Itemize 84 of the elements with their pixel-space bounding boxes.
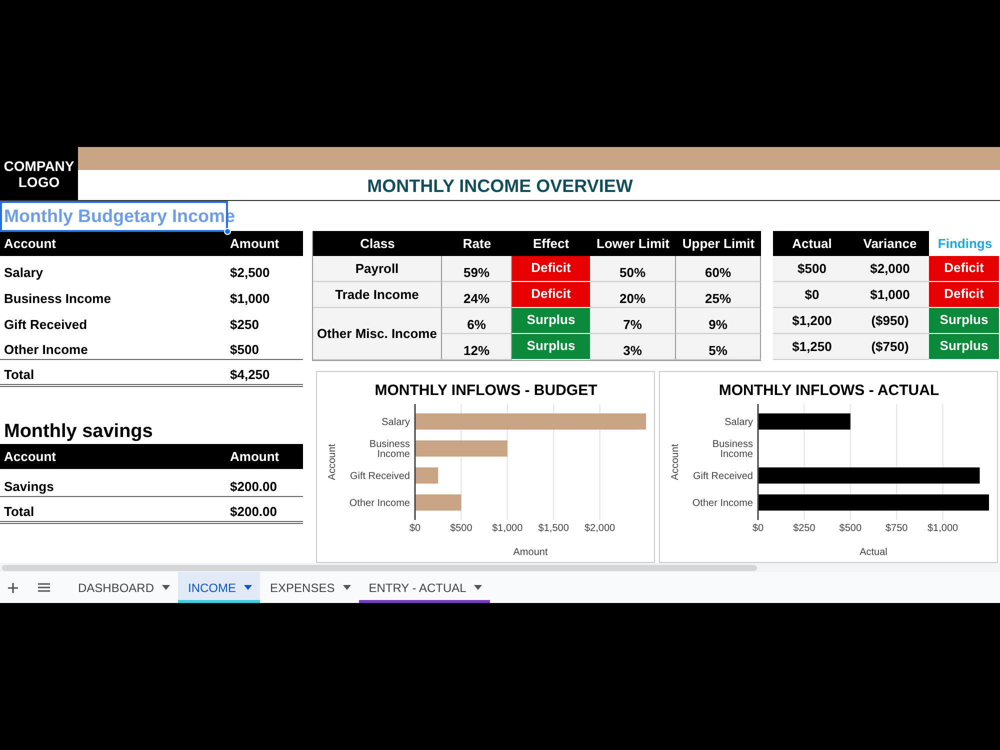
- table-cell: 6%: [442, 308, 512, 334]
- axis-tick-label: $1,500: [538, 523, 569, 534]
- column-header: Variance: [851, 231, 929, 256]
- table-cell: $0: [773, 282, 851, 308]
- axis-title: Actual: [860, 547, 888, 558]
- column-header: Actual: [773, 231, 851, 256]
- chart-title: MONTHLY INFLOWS - ACTUAL: [718, 382, 940, 399]
- category-label: Salary: [382, 417, 410, 428]
- axis-tick-label: $250: [793, 523, 816, 534]
- table-cell: ($950): [851, 308, 929, 334]
- table-cell: 50%: [590, 256, 676, 282]
- table-cell: 60%: [676, 256, 761, 282]
- section-heading: Monthly savings: [3, 420, 153, 444]
- category-label: Business Income: [712, 439, 753, 460]
- table-cell: ($750): [851, 334, 929, 360]
- table-cell-text: Business Income: [3, 290, 112, 308]
- table-cell-text: $1,000: [229, 290, 271, 308]
- axis-tick-label: $500: [450, 523, 472, 534]
- table-cell-text: $2,500: [229, 264, 271, 282]
- column-header: Account: [0, 231, 226, 256]
- status-cell: Surplus: [929, 308, 999, 334]
- table-cell: 20%: [590, 282, 676, 308]
- table-cell: 25%: [676, 282, 761, 308]
- table-cell: Total: [0, 497, 226, 524]
- axis-tick-label: $0: [752, 523, 764, 534]
- status-cell: Surplus: [929, 334, 999, 360]
- table-cell: Savings: [0, 469, 226, 497]
- table-cell-text: $250: [229, 316, 260, 334]
- table-cell: $1,200: [773, 308, 851, 334]
- category-label: Gift Received: [692, 471, 753, 482]
- page-title: MONTHLY INCOME OVERVIEW: [367, 176, 633, 197]
- table-cell: Other Income: [0, 334, 226, 360]
- axis-tick-label: $500: [839, 523, 862, 534]
- column-header: Rate: [442, 231, 512, 256]
- company-logo: COMPANY LOGO: [0, 147, 78, 200]
- category-label: Other Income: [349, 498, 410, 509]
- column-header: Class: [313, 231, 442, 256]
- table-cell: $1,000: [851, 282, 929, 308]
- table-cell: 24%: [442, 282, 512, 308]
- status-cell: Deficit: [512, 256, 590, 282]
- category-label: Business Income: [369, 439, 410, 460]
- table-cell: 9%: [676, 308, 761, 334]
- table-cell: $200.00: [226, 469, 303, 497]
- column-header: Lower Limit: [590, 231, 676, 256]
- column-header: Amount: [226, 444, 303, 469]
- column-header: Amount: [226, 231, 303, 256]
- axis-tick-label: $2,000: [584, 523, 616, 534]
- table-cell: 5%: [676, 334, 761, 360]
- axis-tick-label: $1,000: [928, 523, 958, 534]
- table-cell: Other Misc. Income: [313, 308, 442, 360]
- category-label: Other Income: [692, 498, 753, 509]
- category-label: Gift Received: [350, 471, 410, 482]
- axis-tick-label: $750: [885, 523, 908, 534]
- status-cell: Deficit: [512, 282, 590, 308]
- category-label: Salary: [724, 417, 753, 428]
- status-cell: Deficit: [929, 256, 999, 282]
- table-cell: $500: [773, 256, 851, 282]
- table-cell: $1,250: [773, 334, 851, 360]
- column-header: Account: [0, 444, 226, 469]
- axis-title: Amount: [513, 547, 548, 558]
- table-cell: 7%: [590, 308, 676, 334]
- column-header: Findings: [936, 235, 994, 253]
- table-cell: 3%: [590, 334, 676, 360]
- table-cell: Payroll: [313, 256, 442, 282]
- table-cell: Total: [0, 360, 226, 387]
- table-cell: $2,000: [851, 256, 929, 282]
- axis-tick-label: $0: [409, 523, 421, 534]
- status-cell: Deficit: [929, 282, 999, 308]
- column-header: Upper Limit: [676, 231, 761, 256]
- status-cell: Surplus: [512, 308, 590, 334]
- table-cell-text: Gift Received: [3, 316, 88, 334]
- column-header: Effect: [512, 231, 590, 256]
- chart-title: MONTHLY INFLOWS - BUDGET: [374, 382, 598, 399]
- status-cell: Surplus: [512, 334, 590, 360]
- table-cell: $4,250: [226, 360, 303, 387]
- table-cell: $500: [226, 334, 303, 360]
- axis-title: Account: [670, 444, 681, 480]
- table-cell: $200.00: [226, 497, 303, 524]
- table-cell-text: Salary: [3, 264, 44, 282]
- table-cell: 12%: [442, 334, 512, 360]
- axis-title: Account: [327, 444, 338, 480]
- table-cell: 59%: [442, 256, 512, 282]
- table-cell: Trade Income: [313, 282, 442, 308]
- axis-tick-label: $1,000: [492, 523, 523, 534]
